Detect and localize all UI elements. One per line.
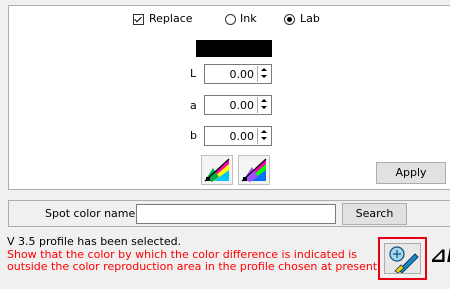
spin-up-icon[interactable] xyxy=(259,128,269,135)
color-gamut-icon xyxy=(238,155,270,185)
spin-down-icon[interactable] xyxy=(259,74,269,81)
gamut-warning-icon xyxy=(389,246,419,274)
l-value-stepper[interactable]: 0.00 xyxy=(204,64,272,84)
l-value: 0.00 xyxy=(229,68,255,81)
search-button[interactable]: Search xyxy=(342,203,407,225)
b-value: 0.00 xyxy=(229,130,255,143)
a-spin-buttons xyxy=(257,97,270,113)
gamut-warning-text: Show that the color by which the color d… xyxy=(7,249,381,272)
gamut-warning-line-2: outside the color reproduction area in t… xyxy=(7,259,381,273)
radio-selected-dot xyxy=(287,17,292,22)
spot-color-name-input[interactable] xyxy=(136,204,336,224)
lab-label: Lab xyxy=(300,12,320,25)
b-value-stepper[interactable]: 0.00 xyxy=(204,126,272,146)
gamut-warning-button[interactable] xyxy=(384,243,421,274)
color-gamut-icon xyxy=(201,155,233,185)
l-spin-buttons xyxy=(257,66,270,82)
lab-radio[interactable] xyxy=(284,14,295,25)
checkmark-icon xyxy=(134,14,142,23)
replace-label: Replace xyxy=(149,12,193,25)
ink-radio[interactable] xyxy=(225,14,236,25)
gamut-warning-line-1: Show that the color by which the color d… xyxy=(7,248,358,261)
a-value-stepper[interactable]: 0.00 xyxy=(204,95,272,115)
ink-label: Ink xyxy=(240,12,257,25)
spin-up-icon[interactable] xyxy=(259,97,269,104)
color-gamut-button-2[interactable] xyxy=(238,155,270,185)
delta-e-button-label[interactable]: ⊿E xyxy=(430,243,450,267)
a-value: 0.00 xyxy=(229,99,255,112)
spot-color-name-label: Spot color name xyxy=(45,207,136,220)
b-spin-buttons xyxy=(257,128,270,144)
color-gamut-button-1[interactable] xyxy=(201,155,233,185)
b-field-label: b xyxy=(190,129,197,142)
profile-status-text: V 3.5 profile has been selected. xyxy=(7,235,182,248)
spin-up-icon[interactable] xyxy=(259,66,269,73)
replace-checkbox[interactable] xyxy=(133,14,144,25)
spin-down-icon[interactable] xyxy=(259,105,269,112)
color-preview-swatch xyxy=(196,40,272,57)
spin-down-icon[interactable] xyxy=(259,136,269,143)
a-field-label: a xyxy=(190,99,197,112)
apply-button[interactable]: Apply xyxy=(376,162,446,184)
l-field-label: L xyxy=(190,67,197,80)
